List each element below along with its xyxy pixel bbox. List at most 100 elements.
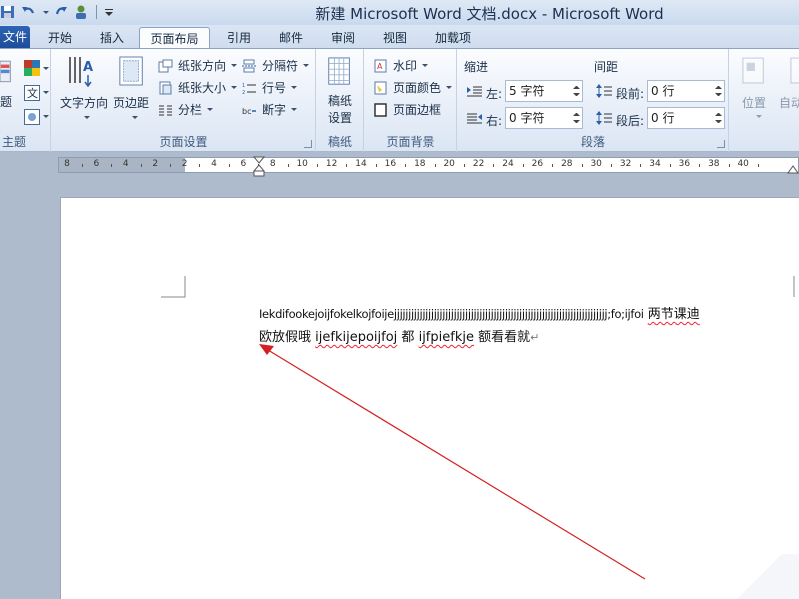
indent-left-up-icon[interactable]	[573, 86, 580, 89]
wrap-text-icon[interactable]	[790, 57, 799, 85]
ruler-label: 24	[502, 159, 514, 169]
ruler-label: 2	[152, 159, 159, 169]
position-icon[interactable]	[742, 57, 766, 85]
size-label: 纸张大小	[178, 81, 227, 95]
tab-home[interactable]: 开始	[40, 27, 80, 49]
tab-review[interactable]: 审阅	[323, 27, 363, 49]
text-direction-label[interactable]: 文字方向	[60, 94, 108, 111]
space-before-down-icon[interactable]	[715, 93, 722, 96]
ruler-tick	[699, 164, 701, 167]
ruler-tick	[111, 164, 113, 167]
orientation-button[interactable]: 纸张方向	[158, 57, 238, 74]
margins-icon[interactable]	[118, 55, 146, 87]
ruler-label: 12	[325, 159, 338, 169]
columns-icon	[159, 105, 172, 115]
space-after-up-icon[interactable]	[715, 113, 722, 116]
space-after-input[interactable]: 0 行	[647, 107, 725, 129]
right-indent-marker-icon[interactable]	[787, 165, 799, 175]
wrap-text-label[interactable]: 自动	[779, 94, 799, 111]
group-paragraph-label: 段落	[580, 135, 605, 149]
columns-button[interactable]: 分栏	[158, 101, 214, 118]
horizontal-ruler[interactable]: 8 6 4 2 2 4 6 8 10 12 14 16 18 20 22 24 26 28 30 32 34 36 38 40	[58, 157, 799, 173]
tab-view[interactable]: 视图	[375, 27, 415, 49]
margins-label[interactable]: 页边距	[113, 94, 149, 111]
theme-fonts-icon[interactable]: 文	[24, 85, 40, 101]
ruler-area: 8 6 4 2 2 4 6 8 10 12 14 16 18 20 22 24 26 28 30 32 34 36 38 40	[0, 153, 799, 177]
ruler-label: 8	[64, 159, 70, 169]
ribbon: 题 文 主题 A 文字方向 页边距 纸张方向 纸张大小 分栏 分隔符 1 2 行…	[0, 48, 799, 152]
ruler-label: 40	[737, 159, 749, 169]
ruler-label: 18	[414, 159, 426, 169]
position-dropdown-icon[interactable]	[756, 115, 762, 118]
ruler-tick	[346, 164, 348, 167]
space-after-label: 段后:	[616, 114, 645, 128]
paragraph-launcher-icon[interactable]	[717, 140, 725, 148]
ruler-label: 4	[211, 159, 217, 169]
columns-dropdown-icon	[207, 108, 214, 111]
ruler-tick	[522, 164, 524, 167]
indent-right-input[interactable]: 0 字符	[505, 107, 583, 129]
theme-effects-dropdown-icon[interactable]	[43, 115, 49, 118]
document-page[interactable]	[60, 197, 799, 599]
tab-references[interactable]: 引用	[219, 27, 259, 49]
space-before-up-icon[interactable]	[715, 86, 722, 89]
margins-dropdown-icon[interactable]	[132, 116, 138, 119]
ruler-label: 8	[269, 159, 276, 169]
position-label[interactable]: 位置	[742, 94, 766, 111]
theme-colors-icon[interactable]	[24, 60, 40, 76]
ruler-label: 34	[649, 159, 661, 169]
theme-effects-icon[interactable]	[24, 109, 40, 125]
size-button[interactable]: 纸张大小	[158, 79, 238, 96]
page-borders-button[interactable]: 页面边框	[373, 101, 441, 118]
paragraph-mark: ↵	[530, 331, 540, 344]
tab-insert[interactable]: 插入	[92, 27, 132, 49]
watermark-label: 水印	[393, 59, 418, 73]
page-color-button[interactable]: 页面颜色	[373, 79, 453, 96]
hyphenation-label: 断字	[262, 103, 287, 117]
breaks-button[interactable]: 分隔符	[242, 57, 310, 74]
draft-settings-icon[interactable]	[327, 57, 353, 87]
hyphenation-button[interactable]: bc 断字	[242, 101, 298, 118]
watermark-icon: A	[374, 59, 387, 72]
space-after-down-icon[interactable]	[715, 120, 722, 123]
orientation-icon	[158, 59, 173, 72]
ruler-label: 4	[122, 159, 129, 169]
themes-icon[interactable]	[0, 59, 12, 89]
ruler-tick	[493, 164, 495, 167]
svg-text:bc: bc	[242, 107, 251, 116]
document-text[interactable]: Iekdifookejoijfokelkojfoijejjjjjjjjjjjjj…	[259, 303, 799, 349]
ruler-label: 2	[181, 159, 188, 169]
watermark-button[interactable]: A 水印	[373, 57, 429, 74]
themes-button-label[interactable]: 题	[0, 93, 12, 110]
indent-left-down-icon[interactable]	[573, 93, 580, 96]
space-before-input[interactable]: 0 行	[647, 80, 725, 102]
text-direction-icon[interactable]: A	[66, 55, 98, 87]
tab-addins[interactable]: 加载项	[428, 27, 478, 49]
indent-marker-icon[interactable]	[253, 156, 265, 178]
theme-fonts-dropdown-icon[interactable]	[43, 91, 49, 94]
indent-right-down-icon[interactable]	[573, 120, 580, 123]
indent-left-value: 5 字符	[509, 84, 545, 98]
page-setup-launcher-icon[interactable]	[304, 140, 312, 148]
tab-file[interactable]: 文件	[0, 26, 30, 49]
group-themes-label: 主题	[2, 135, 27, 149]
ribbon-tab-row: 文件 开始 插入 页面布局 引用 邮件 审阅 视图 加载项	[0, 25, 799, 49]
group-page-background: A 水印 页面颜色 页面边框 页面背景	[365, 49, 457, 152]
page-borders-label: 页面边框	[393, 103, 442, 117]
line-numbers-button[interactable]: 12 行号	[242, 79, 298, 96]
tab-page-layout[interactable]: 页面布局	[139, 27, 210, 49]
indent-left-input[interactable]: 5 字符	[505, 80, 583, 102]
svg-text:文: 文	[27, 86, 38, 100]
hyphenation-dropdown-icon	[291, 108, 298, 111]
ruler-tick	[463, 164, 465, 167]
tab-mailings[interactable]: 邮件	[271, 27, 311, 49]
text-direction-dropdown-icon[interactable]	[84, 116, 90, 119]
breaks-label: 分隔符	[262, 59, 299, 73]
space-before-icon	[596, 84, 612, 98]
indent-right-up-icon[interactable]	[573, 113, 580, 116]
theme-colors-dropdown-icon[interactable]	[43, 67, 49, 70]
ruler-label: 14	[355, 159, 367, 169]
line-numbers-dropdown-icon	[291, 86, 298, 89]
page-color-dropdown-icon	[446, 86, 453, 89]
draft-settings-label[interactable]: 稿纸 设置	[327, 93, 353, 127]
